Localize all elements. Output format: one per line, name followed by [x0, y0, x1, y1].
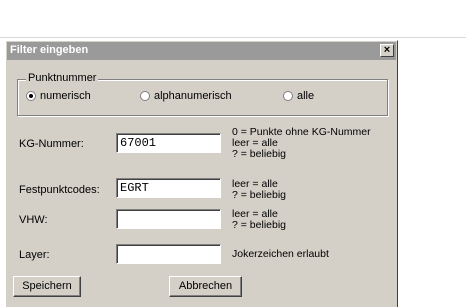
kg-nummer-label: KG-Nummer: [19, 138, 84, 150]
hint-line: ? = beliebig [232, 189, 287, 201]
radio-unchecked-icon [140, 91, 150, 101]
radio-alle[interactable]: alle [283, 90, 314, 102]
layer-label: Layer: [19, 249, 50, 261]
radio-numerisch[interactable]: numerisch [26, 90, 91, 102]
vhw-hint: leer = alle ? = beliebig [232, 209, 286, 231]
festpunktcodes-label: Festpunktcodes: [19, 184, 100, 196]
vhw-input[interactable] [116, 209, 221, 229]
dialog-titlebar: Filter eingeben × [7, 42, 396, 60]
save-button[interactable]: Speichern [13, 276, 81, 297]
layer-hint: Jokerzeichen erlaubt [232, 249, 329, 260]
filter-dialog: Filter eingeben × Punktnummer numerisch … [5, 40, 398, 307]
kg-nummer-hint: 0 = Punkte ohne KG-Nummer leer = alle ? … [232, 127, 371, 160]
cancel-button[interactable]: Abbrechen [169, 276, 242, 297]
hint-line: ? = beliebig [232, 148, 287, 160]
kg-nummer-input[interactable]: 67001 [116, 133, 221, 153]
dialog-title: Filter eingeben [10, 44, 89, 56]
punktnummer-legend: Punktnummer [26, 72, 99, 84]
vhw-label: VHW: [19, 214, 48, 226]
radio-checked-icon [26, 91, 36, 101]
festpunktcodes-hint: leer = alle ? = beliebig [232, 179, 286, 201]
radio-unchecked-icon [283, 91, 293, 101]
radio-label: alphanumerisch [154, 90, 232, 102]
page-top-divider [0, 37, 466, 38]
hint-line: Jokerzeichen erlaubt [232, 248, 329, 260]
festpunktcodes-input[interactable]: EGRT [116, 178, 221, 198]
radio-alphanumerisch[interactable]: alphanumerisch [140, 90, 232, 102]
close-button[interactable]: × [380, 44, 394, 57]
layer-input[interactable] [116, 244, 221, 264]
hint-line: ? = beliebig [232, 219, 287, 231]
radio-label: alle [297, 90, 315, 102]
radio-label: numerisch [40, 90, 91, 102]
